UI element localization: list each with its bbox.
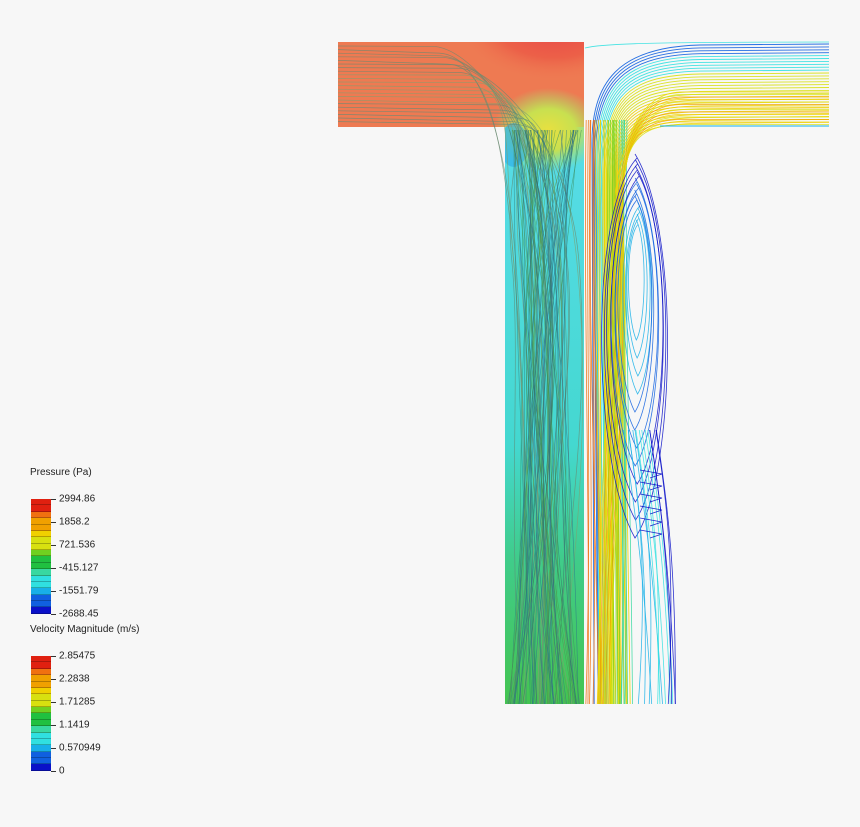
- legend-tick-mark: [51, 545, 56, 546]
- streamline: [599, 63, 830, 705]
- streamline: [598, 94, 829, 705]
- streamline: [599, 96, 829, 705]
- legend-tick-label: 1858.2: [59, 516, 90, 528]
- streamline: [337, 60, 526, 705]
- legend-tick-label: 0: [59, 765, 65, 777]
- legend-tick-label: 2994.86: [59, 493, 96, 505]
- velocity-legend: Velocity Magnitude (m/s) 2.85475 2.2838 1.…: [30, 624, 190, 777]
- streamline: [603, 72, 830, 705]
- streamline: [597, 91, 829, 705]
- streamline: [337, 103, 523, 705]
- legend-tick-mark: [51, 679, 56, 680]
- legend-tick-mark: [51, 771, 56, 772]
- streamline: [598, 60, 830, 705]
- legend-tick-mark: [51, 522, 56, 523]
- legend-tick-label: 1.1419: [59, 719, 90, 731]
- legend-tick-label: 2.85475: [59, 650, 96, 662]
- legend-tick-label: -415.127: [59, 562, 99, 574]
- legend-tick-label: 721.536: [59, 539, 96, 551]
- legend-tick-label: -2688.45: [59, 608, 99, 620]
- legend-tick-label: -1551.79: [59, 585, 99, 597]
- colorbar-segment: [31, 607, 51, 614]
- streamline: [618, 118, 830, 705]
- legend-tick-mark: [51, 656, 56, 657]
- legend-tick-mark: [51, 702, 56, 703]
- pressure-legend: Pressure (Pa) 2994.86 1858.2 721.536 -415.1…: [30, 467, 190, 620]
- legend-tick-label: 0.570949: [59, 742, 101, 754]
- legend-tick-mark: [51, 748, 56, 749]
- colorbar-segment: [31, 764, 51, 771]
- legend-tick-mark: [51, 568, 56, 569]
- legend-tick-mark: [51, 614, 56, 615]
- legend-tick-label: 2.2838: [59, 673, 90, 685]
- streamline: [647, 429, 674, 705]
- legend-tick-mark: [51, 725, 56, 726]
- streamline: [610, 124, 829, 705]
- legend-tick-mark: [51, 591, 56, 592]
- streamline: [604, 75, 830, 705]
- streamline: [605, 78, 830, 705]
- pressure-colorbar: [31, 499, 51, 614]
- velocity-legend-title: Velocity Magnitude (m/s): [30, 624, 140, 635]
- streamline: [600, 66, 830, 705]
- legend-tick-mark: [51, 499, 56, 500]
- pressure-legend-title: Pressure (Pa): [30, 467, 92, 478]
- velocity-colorbar: [31, 656, 51, 771]
- legend-tick-label: 1.71285: [59, 696, 96, 708]
